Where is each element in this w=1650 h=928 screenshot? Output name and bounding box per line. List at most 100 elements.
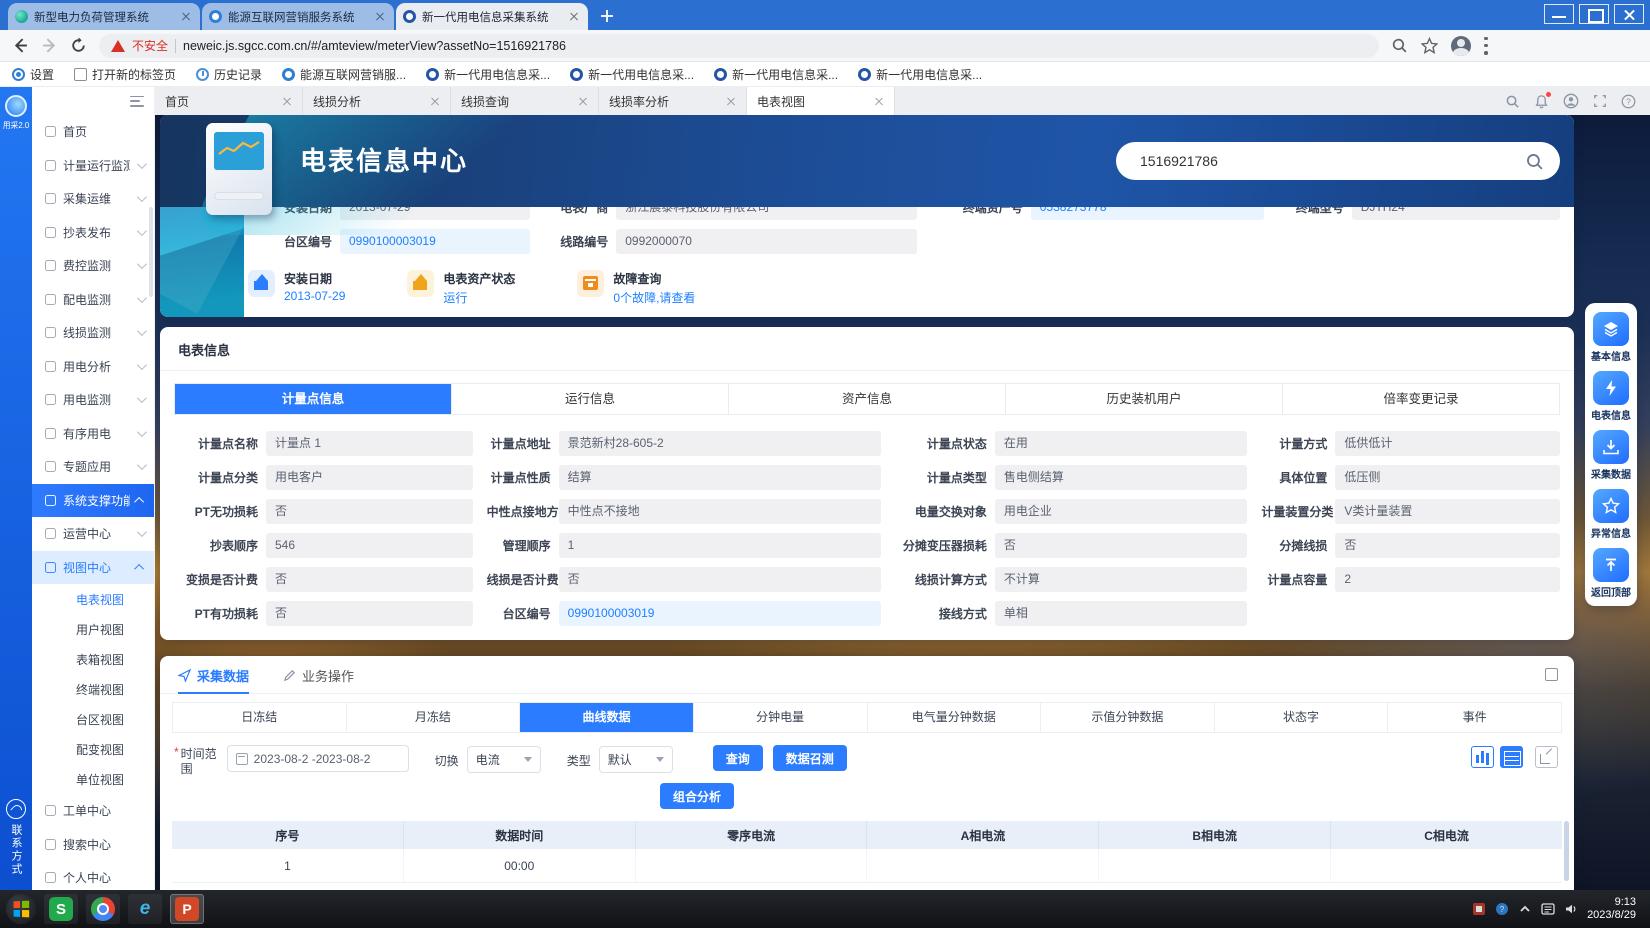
table-view-icon[interactable] (1500, 746, 1523, 768)
sidebar-subitem-user-view[interactable]: 用户视图 (32, 614, 154, 644)
sidebar-item-reading-publish[interactable]: 抄表发布 (32, 216, 154, 250)
expand-icon[interactable] (1545, 668, 1558, 681)
sidebar-item-lineloss-monitor[interactable]: 线损监测 (32, 316, 154, 350)
url-bar[interactable]: 不安全 neweic.js.sgcc.com.cn/#/amteview/met… (99, 34, 1379, 58)
sidebar-item-workorder-center[interactable]: 工单中心 (32, 794, 154, 828)
query-button[interactable]: 查询 (713, 745, 763, 771)
browser-menu-icon[interactable] (1484, 37, 1488, 55)
app-tab-lineloss-query[interactable]: 线损查询 (451, 87, 599, 115)
zoom-icon[interactable] (1391, 37, 1408, 54)
close-icon[interactable] (282, 96, 292, 106)
app-tab-lineloss-rate[interactable]: 线损率分析 (599, 87, 747, 115)
browser-tab-1[interactable]: 新型电力负荷管理系统 (8, 3, 200, 30)
export-icon[interactable] (1535, 746, 1558, 768)
taskbar-clock[interactable]: 9:13 2023/8/29 (1587, 896, 1636, 922)
sidebar-item-usage-analysis[interactable]: 用电分析 (32, 350, 154, 384)
taskbar-powerpoint[interactable]: P (170, 894, 204, 924)
help-icon[interactable]: ? (1621, 94, 1636, 109)
sidebar-item-operation-center[interactable]: 运营中心 (32, 517, 154, 551)
app-tab-home[interactable]: 首页 (155, 87, 303, 115)
taskbar-wps[interactable]: S (44, 894, 78, 924)
back-icon[interactable] (12, 37, 29, 54)
quicknav-collection-data[interactable]: 采集数据 (1588, 430, 1634, 482)
subtab-monthly-freeze[interactable]: 月冻结 (347, 703, 521, 732)
close-button[interactable] (1614, 4, 1644, 24)
tab-running-info[interactable]: 运行信息 (452, 384, 729, 414)
search-icon[interactable] (1525, 152, 1544, 171)
notification-bell-icon[interactable] (1534, 94, 1549, 109)
forward-icon[interactable] (41, 37, 58, 54)
bookmark-star-icon[interactable] (1421, 37, 1438, 54)
app-tab-lineloss-analysis[interactable]: 线损分析 (303, 87, 451, 115)
sidebar-item-distribution-monitor[interactable]: 配电监测 (32, 283, 154, 317)
data-recall-button[interactable]: 数据召测 (773, 745, 847, 771)
sidebar-item-search-center[interactable]: 搜索中心 (32, 828, 154, 862)
subtab-reading-minute-data[interactable]: 示值分钟数据 (1041, 703, 1215, 732)
sidebar-item-system-support[interactable]: 系统支撑功能 (32, 484, 154, 518)
user-icon[interactable] (1563, 93, 1579, 109)
quicknav-meter-info[interactable]: 电表信息 (1588, 371, 1634, 423)
table-row[interactable]: 1 00:00 (172, 849, 1562, 883)
chart-view-icon[interactable] (1471, 746, 1494, 768)
badge-value-link[interactable]: 2013-07-29 (284, 289, 345, 303)
sidebar-item-special-apps[interactable]: 专题应用 (32, 450, 154, 484)
asset-search-input[interactable] (1140, 153, 1525, 169)
sidebar-item-metering-monitor[interactable]: 计量运行监测 (32, 149, 154, 183)
sidebar-subitem-meterbox-view[interactable]: 表箱视图 (32, 644, 154, 674)
sidebar-scrollbar[interactable] (149, 207, 153, 297)
combo-analysis-button[interactable]: 组合分析 (660, 783, 734, 809)
subtab-status-word[interactable]: 状态字 (1215, 703, 1389, 732)
browser-tab-3-active[interactable]: 新一代用电信息采集系统 (396, 3, 588, 30)
start-button[interactable] (6, 894, 36, 924)
reload-icon[interactable] (70, 37, 87, 54)
minimize-button[interactable] (1544, 4, 1574, 24)
date-range-picker[interactable]: 2023-08-2 -2023-08-2 (227, 745, 409, 772)
tray-volume-icon[interactable] (1564, 902, 1578, 916)
tab-business-operations[interactable]: 业务操作 (283, 666, 354, 685)
bookmark-eic-4[interactable]: 新一代用电信息采... (858, 66, 982, 83)
tab-metering-point-info[interactable]: 计量点信息 (175, 384, 452, 414)
subtab-electrical-minute-data[interactable]: 电气量分钟数据 (868, 703, 1042, 732)
contact-widget[interactable]: 联系方式 (0, 799, 32, 876)
fullscreen-icon[interactable] (1593, 94, 1607, 108)
subtab-daily-freeze[interactable]: 日冻结 (173, 703, 347, 732)
sidebar-item-orderly-usage[interactable]: 有序用电 (32, 417, 154, 451)
switch-select[interactable]: 电流 (467, 746, 541, 773)
bookmark-eic-3[interactable]: 新一代用电信息采... (714, 66, 838, 83)
bookmark-marketing[interactable]: 能源互联网营销服... (282, 66, 406, 83)
bookmark-eic-2[interactable]: 新一代用电信息采... (570, 66, 694, 83)
tray-help-icon[interactable]: ? (1495, 902, 1509, 916)
sidebar-item-fee-monitor[interactable]: 费控监测 (32, 249, 154, 283)
bookmark-history[interactable]: 历史记录 (196, 66, 262, 83)
tray-show-hidden-icon[interactable] (1518, 902, 1532, 916)
taskbar-ie[interactable]: e (128, 894, 162, 924)
tab-ratio-change-log[interactable]: 倍率变更记录 (1283, 384, 1559, 414)
quicknav-back-to-top[interactable]: 返回顶部 (1588, 548, 1634, 600)
tab-close-icon[interactable] (179, 10, 193, 24)
sidebar-item-personal-center[interactable]: 个人中心 (32, 861, 154, 890)
tab-collection-data[interactable]: 采集数据 (178, 666, 249, 685)
type-select[interactable]: 默认 (599, 746, 673, 773)
taskbar-chrome[interactable] (86, 894, 120, 924)
tab-close-icon[interactable] (373, 10, 387, 24)
sidebar-item-usage-monitor[interactable]: 用电监测 (32, 383, 154, 417)
asset-search-box[interactable] (1116, 142, 1560, 180)
tab-history-users[interactable]: 历史装机用户 (1006, 384, 1283, 414)
subtab-minute-energy[interactable]: 分钟电量 (694, 703, 868, 732)
close-icon[interactable] (874, 96, 884, 106)
tab-close-icon[interactable] (567, 10, 581, 24)
sidebar-subitem-unit-view[interactable]: 单位视图 (32, 764, 154, 794)
sidebar-item-collection-ops[interactable]: 采集运维 (32, 182, 154, 216)
subtab-events[interactable]: 事件 (1388, 703, 1561, 732)
close-icon[interactable] (430, 96, 440, 106)
close-icon[interactable] (578, 96, 588, 106)
app-tab-meter-view[interactable]: 电表视图 (747, 87, 895, 115)
table-scrollbar[interactable] (1564, 821, 1569, 881)
badge-value-link[interactable]: 0个故障,请查看 (613, 289, 695, 306)
bookmark-settings[interactable]: 设置 (12, 66, 54, 83)
profile-avatar[interactable] (1451, 36, 1471, 56)
tray-app-icon[interactable] (1472, 902, 1486, 916)
tab-asset-info[interactable]: 资产信息 (729, 384, 1006, 414)
district-no-link[interactable]: 0990100003019 (559, 601, 881, 626)
close-icon[interactable] (726, 96, 736, 106)
